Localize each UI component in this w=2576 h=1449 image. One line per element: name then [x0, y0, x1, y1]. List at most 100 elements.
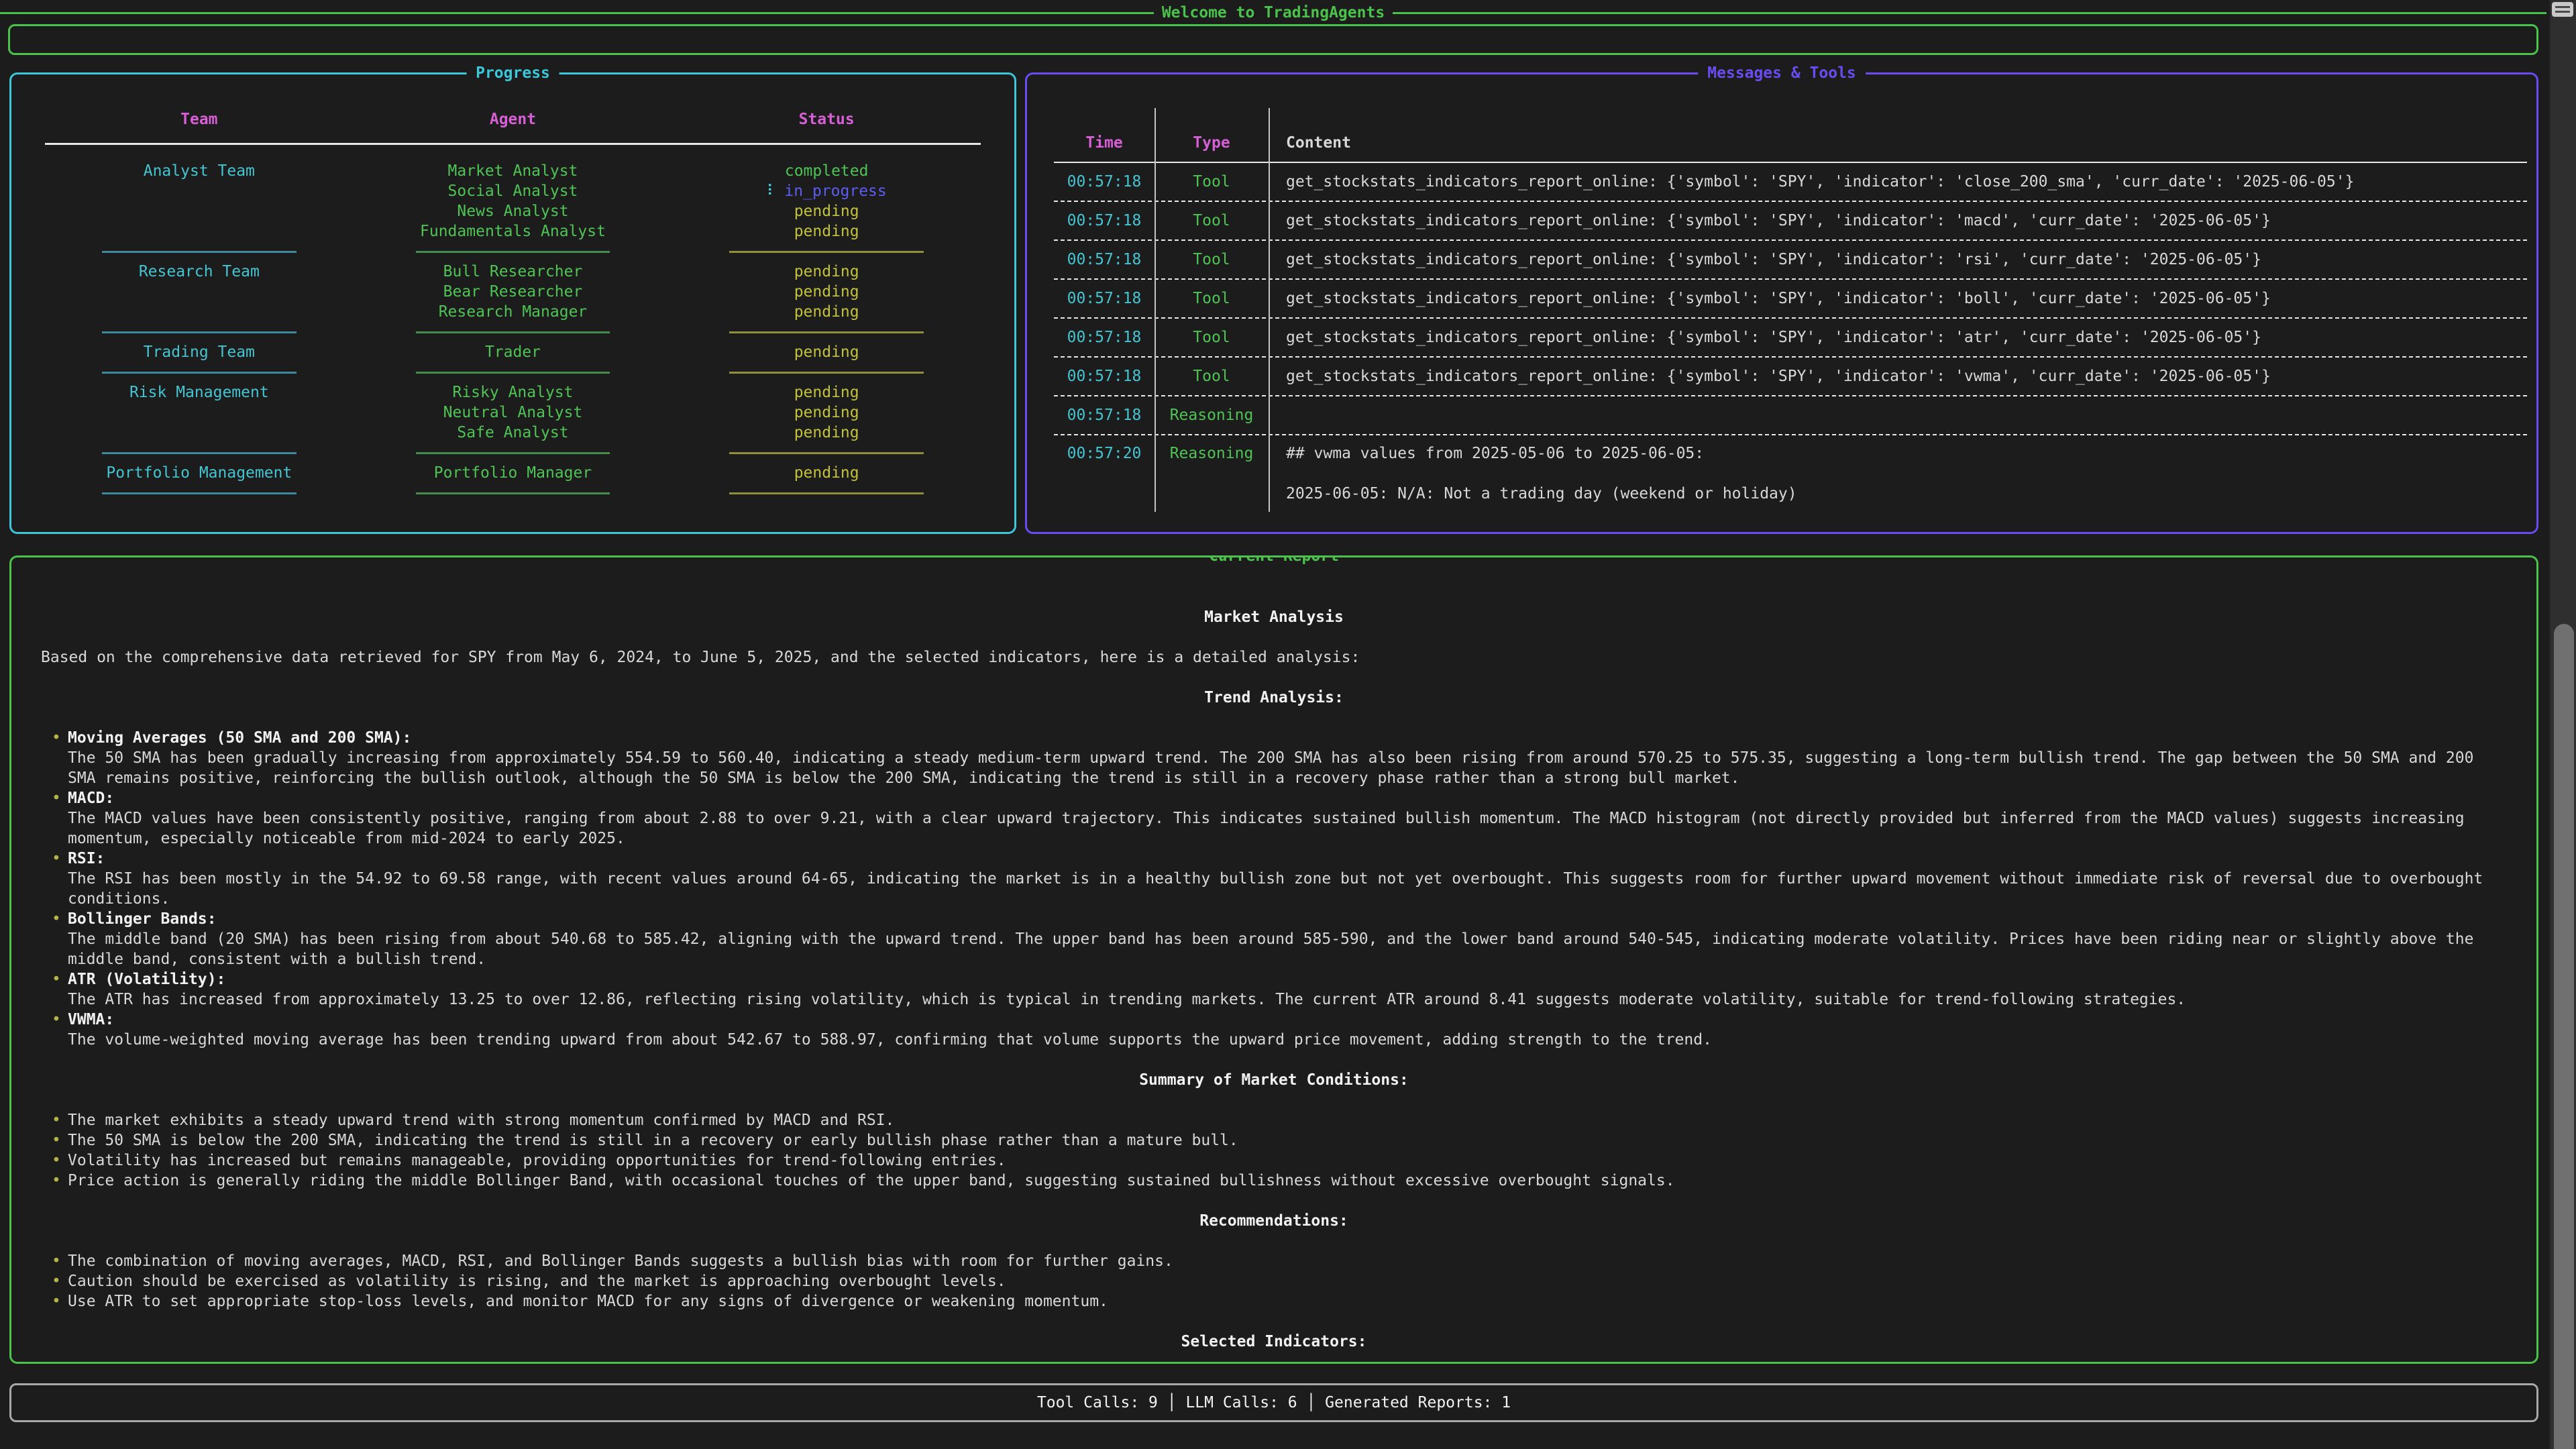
message-content: get_stockstats_indicators_report_online:…: [1269, 172, 2527, 192]
agent-name: Trader: [356, 342, 670, 362]
group-separator: [42, 241, 983, 262]
list-item: The combination of moving averages, MACD…: [68, 1251, 2507, 1271]
rule-line: [0, 12, 1154, 14]
indicator-text: The ATR has increased from approximately…: [68, 991, 2186, 1008]
tradingagents-screen: Welcome to TradingAgents Progress Team A…: [0, 0, 2576, 1449]
recommendations-list: The combination of moving averages, MACD…: [41, 1251, 2507, 1311]
column-header-status: Status: [669, 109, 983, 129]
messages-tools-panel: Messages & Tools Time Type Content 00:57…: [1025, 72, 2538, 534]
agent-name: Risky Analyst: [356, 382, 670, 402]
agent-name: Research Manager: [356, 302, 670, 322]
scrollbar-track[interactable]: [2549, 0, 2576, 1449]
message-row: 00:57:18 Tool get_stockstats_indicators_…: [1054, 163, 2527, 201]
status-badge: pending: [669, 201, 983, 221]
group-separator: [42, 362, 983, 382]
footer-stats-panel: Tool Calls: 9 │ LLM Calls: 6 │ Generated…: [9, 1383, 2538, 1422]
status-badge: pending: [669, 262, 983, 282]
message-type: Reasoning: [1155, 443, 1269, 464]
current-report-panel: Current Report Market Analysis Based on …: [9, 555, 2538, 1364]
message-time: 00:57:18: [1054, 250, 1155, 270]
agent-name: Market Analyst: [356, 161, 670, 181]
progress-group-research: Research Team Bull Researcher Bear Resea…: [42, 262, 983, 322]
status-list: pending: [669, 463, 983, 483]
column-header-time: Time: [1054, 133, 1155, 153]
indicator-text: The MACD values have been consistently p…: [68, 810, 2465, 847]
message-type: Tool: [1155, 211, 1269, 231]
trend-analysis-list: Moving Averages (50 SMA and 200 SMA): Th…: [41, 728, 2507, 1050]
message-content: get_stockstats_indicators_report_online:…: [1269, 250, 2527, 270]
welcome-panel: [8, 24, 2538, 55]
list-item: Moving Averages (50 SMA and 200 SMA): Th…: [68, 728, 2507, 788]
selected-indicators-heading: Selected Indicators:: [41, 1332, 2507, 1352]
team-name: Trading Team: [42, 342, 356, 362]
progress-panel: Progress Team Agent Status Analyst Team …: [9, 72, 1016, 534]
indicator-label: Bollinger Bands:: [68, 909, 2507, 929]
progress-panel-title: Progress: [466, 63, 559, 83]
summary-list: The market exhibits a steady upward tren…: [41, 1110, 2507, 1191]
message-type: Tool: [1155, 366, 1269, 386]
message-row: 00:57:18 Tool get_stockstats_indicators_…: [1054, 358, 2527, 395]
message-time: 00:57:18: [1054, 327, 1155, 347]
message-type: Reasoning: [1155, 405, 1269, 425]
messages-panel-title: Messages & Tools: [1698, 63, 1866, 83]
indicator-label: ATR (Volatility):: [68, 969, 2507, 989]
message-time: 00:57:18: [1054, 366, 1155, 386]
list-item: The 50 SMA is below the 200 SMA, indicat…: [68, 1130, 2507, 1150]
message-time: 00:57:18: [1054, 288, 1155, 309]
status-list: pending: [669, 342, 983, 362]
agent-name: Safe Analyst: [356, 423, 670, 443]
indicator-label: MACD:: [68, 788, 2507, 808]
column-header-agent: Agent: [356, 109, 670, 129]
report-panel-title: Current Report: [1199, 555, 1348, 566]
report-body: Market Analysis Based on the comprehensi…: [11, 557, 2536, 1352]
report-intro: Based on the comprehensive data retrieve…: [41, 647, 2507, 667]
list-item: VWMA: The volume-weighted moving average…: [68, 1010, 2507, 1050]
message-row: 00:57:18 Tool get_stockstats_indicators_…: [1054, 280, 2527, 317]
agent-name: Neutral Analyst: [356, 402, 670, 423]
scrollbar-thumb[interactable]: [2554, 624, 2574, 1449]
message-row: 00:57:18 Reasoning: [1054, 396, 2527, 434]
message-row: 00:57:18 Tool get_stockstats_indicators_…: [1054, 319, 2527, 356]
list-item: Volatility has increased but remains man…: [68, 1150, 2507, 1171]
progress-group-risk: Risk Management Risky Analyst Neutral An…: [42, 382, 983, 443]
agent-list: Risky Analyst Neutral Analyst Safe Analy…: [356, 382, 670, 443]
header-separator: [45, 143, 981, 145]
column-header-team: Team: [42, 109, 356, 129]
progress-group-portfolio: Portfolio Management Portfolio Manager p…: [42, 463, 983, 483]
progress-table: Team Agent Status Analyst Team Market An…: [42, 109, 983, 503]
message-content: get_stockstats_indicators_report_online:…: [1269, 366, 2527, 386]
message-type: Tool: [1155, 172, 1269, 192]
messages-table: Time Type Content 00:57:18 Tool get_stoc…: [1054, 108, 2527, 512]
list-item: Caution should be exercised as volatilit…: [68, 1271, 2507, 1291]
message-time: 00:57:18: [1054, 405, 1155, 425]
progress-group-trading: Trading Team Trader pending: [42, 342, 983, 362]
team-name: Analyst Team: [42, 161, 356, 241]
indicator-label: VWMA:: [68, 1010, 2507, 1030]
status-badge: pending: [669, 402, 983, 423]
agent-name: Fundamentals Analyst: [356, 221, 670, 241]
menu-icon[interactable]: [2552, 2, 2573, 17]
message-type: Tool: [1155, 327, 1269, 347]
status-list: pending pending pending: [669, 262, 983, 322]
summary-heading: Summary of Market Conditions:: [41, 1070, 2507, 1090]
spinner-icon: ⠇: [767, 182, 778, 200]
status-badge: pending: [669, 382, 983, 402]
progress-group-analyst: Analyst Team Market Analyst Social Analy…: [42, 161, 983, 241]
status-badge: pending: [669, 282, 983, 302]
rule-line: [1393, 12, 2546, 14]
message-content: get_stockstats_indicators_report_online:…: [1269, 211, 2527, 231]
indicator-text: The volume-weighted moving average has b…: [68, 1031, 1712, 1049]
list-item: Bollinger Bands: The middle band (20 SMA…: [68, 909, 2507, 969]
message-time: 00:57:20: [1054, 443, 1155, 464]
message-content: get_stockstats_indicators_report_online:…: [1269, 288, 2527, 309]
recommendations-heading: Recommendations:: [41, 1211, 2507, 1231]
message-content: get_stockstats_indicators_report_online:…: [1269, 327, 2527, 347]
list-item: The market exhibits a steady upward tren…: [68, 1110, 2507, 1130]
message-time: 00:57:18: [1054, 172, 1155, 192]
team-name: Risk Management: [42, 382, 356, 443]
status-badge: completed: [669, 161, 983, 181]
message-row: 00:57:20 Reasoning ## vwma values from 2…: [1054, 435, 2527, 512]
status-badge: pending: [669, 302, 983, 322]
status-list: pending pending pending: [669, 382, 983, 443]
agent-list: Market Analyst Social Analyst News Analy…: [356, 161, 670, 241]
